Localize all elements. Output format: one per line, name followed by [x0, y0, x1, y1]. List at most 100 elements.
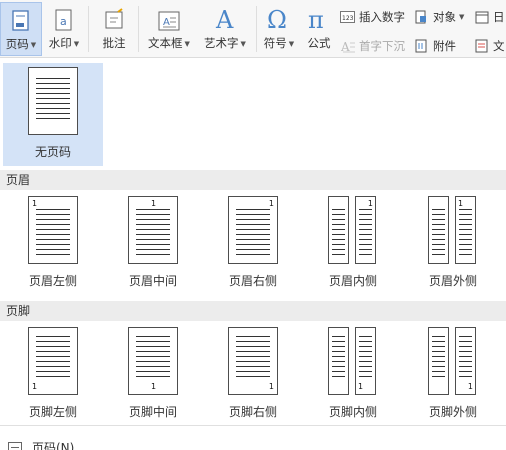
footer-inside-label: 页脚内侧: [328, 405, 377, 419]
footer-right-label: 页脚右侧: [228, 405, 277, 419]
header-center-label: 页眉中间: [128, 274, 177, 288]
svg-text:π: π: [308, 6, 324, 32]
svg-text:A: A: [163, 17, 170, 28]
footer-left-label: 页脚左侧: [28, 405, 77, 419]
svg-text:a: a: [60, 15, 67, 28]
watermark-icon: a: [53, 2, 75, 32]
calendar-icon: [474, 11, 489, 24]
comment-label: 批注: [102, 36, 126, 50]
footer-outside-label: 页脚外侧: [428, 405, 477, 419]
insert-number-label: 插入数字: [359, 10, 405, 24]
chevron-down-icon: ▼: [288, 39, 295, 48]
doc-part-label: 文: [493, 39, 505, 53]
page-thumbnail: 1: [228, 327, 278, 395]
page-number-marker: 1: [367, 199, 373, 208]
page-thumbnail: 1: [28, 327, 78, 395]
page-number-marker: 1: [358, 382, 364, 391]
symbol-label: 符号: [263, 36, 287, 50]
separator: [138, 6, 139, 52]
attachment-label: 附件: [433, 39, 456, 53]
divider: [0, 425, 506, 426]
header-outside-option[interactable]: 1 页眉外侧: [408, 196, 498, 289]
page-number-dropdown: 无页码 页眉 1 页眉左侧 1 页眉中间 1 页眉右侧 1 页眉内侧 1 页眉外…: [0, 58, 506, 450]
page-spread-thumbnail: 1: [428, 327, 478, 395]
page-thumbnail: 1: [28, 196, 78, 264]
header-inside-label: 页眉内侧: [328, 274, 377, 288]
header-center-option[interactable]: 1 页眉中间: [108, 196, 198, 289]
insert-number-button[interactable]: 123 插入数字: [340, 9, 405, 25]
footer-right-option[interactable]: 1 页脚右侧: [208, 327, 298, 420]
footer-outside-option[interactable]: 1 页脚外侧: [408, 327, 498, 420]
header-right-option[interactable]: 1 页眉右侧: [208, 196, 298, 289]
art-text-button[interactable]: A 艺术字 ▼: [198, 2, 252, 56]
page-number-marker: 1: [151, 382, 157, 391]
date-button[interactable]: 日: [474, 9, 505, 25]
page-number-settings-item[interactable]: 页码(N)...: [8, 439, 86, 450]
doc-part-button[interactable]: 文: [474, 38, 505, 54]
page-number-settings-icon: [8, 441, 22, 450]
svg-text:123: 123: [342, 15, 354, 22]
header-left-label: 页眉左侧: [28, 274, 77, 288]
separator: [256, 6, 257, 52]
page-number-marker: 1: [32, 382, 38, 391]
page-thumbnail: 1: [228, 196, 278, 264]
header-left-option[interactable]: 1 页眉左侧: [8, 196, 98, 289]
textbox-button[interactable]: A 文本框 ▼: [143, 2, 195, 56]
watermark-button[interactable]: a 水印 ▼: [44, 2, 84, 56]
object-label: 对象: [433, 10, 456, 24]
page-number-marker: 1: [32, 199, 38, 208]
watermark-label: 水印: [48, 36, 72, 50]
page-number-label: 页码: [5, 37, 29, 51]
drop-cap-icon: A: [340, 40, 355, 53]
no-page-number-label: 无页码: [34, 145, 71, 159]
chevron-down-icon: ▼: [459, 13, 465, 21]
page-thumbnail: 1: [128, 327, 178, 395]
textbox-label: 文本框: [148, 36, 183, 50]
object-icon: [414, 10, 429, 24]
formula-button[interactable]: π 公式: [302, 2, 336, 56]
page-number-settings-label: 页码(N)...: [32, 441, 86, 450]
no-page-number-option[interactable]: 无页码: [3, 63, 103, 166]
drop-cap-label: 首字下沉: [359, 39, 405, 53]
object-button[interactable]: 对象 ▼: [414, 9, 464, 25]
insert-ribbon: 页码 ▼ a 水印 ▼ 批注 A 文本框 ▼ A 艺术字 ▼ Ω 符号 ▼ π …: [0, 0, 506, 58]
pi-icon: π: [306, 2, 332, 32]
chevron-down-icon: ▼: [73, 39, 80, 48]
chevron-down-icon: ▼: [30, 40, 37, 49]
page-thumbnail: 1: [128, 196, 178, 264]
comment-button[interactable]: 批注: [95, 2, 133, 56]
symbol-button[interactable]: Ω 符号 ▼: [259, 2, 299, 56]
page-thumbnail: [28, 67, 78, 135]
date-label: 日: [493, 10, 505, 24]
separator: [88, 6, 89, 52]
footer-center-label: 页脚中间: [128, 405, 177, 419]
page-spread-thumbnail: 1: [428, 196, 478, 264]
footer-center-option[interactable]: 1 页脚中间: [108, 327, 198, 420]
svg-text:A: A: [341, 40, 350, 53]
page-number-button[interactable]: 页码 ▼: [0, 2, 42, 56]
page-spread-thumbnail: 1: [328, 196, 378, 264]
chevron-down-icon: ▼: [240, 39, 246, 48]
formula-label: 公式: [307, 36, 331, 50]
header-inside-option[interactable]: 1 页眉内侧: [308, 196, 398, 289]
footer-section-title: 页脚: [0, 301, 506, 321]
comment-icon: [102, 2, 126, 32]
page-number-marker: 1: [268, 382, 274, 391]
attachment-button[interactable]: 附件: [414, 38, 456, 54]
drop-cap-button[interactable]: A 首字下沉: [340, 38, 406, 54]
attachment-icon: [414, 39, 429, 53]
page-number-marker: 1: [458, 199, 464, 208]
svg-text:Ω: Ω: [267, 6, 287, 32]
page-number-icon: [11, 3, 31, 33]
omega-icon: Ω: [266, 2, 292, 32]
chevron-down-icon: ▼: [184, 39, 190, 48]
header-section-title: 页眉: [0, 170, 506, 190]
header-outside-label: 页眉外侧: [428, 274, 477, 288]
number-icon: 123: [340, 11, 355, 24]
footer-left-option[interactable]: 1 页脚左侧: [8, 327, 98, 420]
page-spread-thumbnail: 1: [328, 327, 378, 395]
page-number-marker: 1: [151, 199, 157, 208]
page-number-marker: 1: [268, 199, 274, 208]
footer-inside-option[interactable]: 1 页脚内侧: [308, 327, 398, 420]
svg-text:A: A: [215, 6, 234, 32]
